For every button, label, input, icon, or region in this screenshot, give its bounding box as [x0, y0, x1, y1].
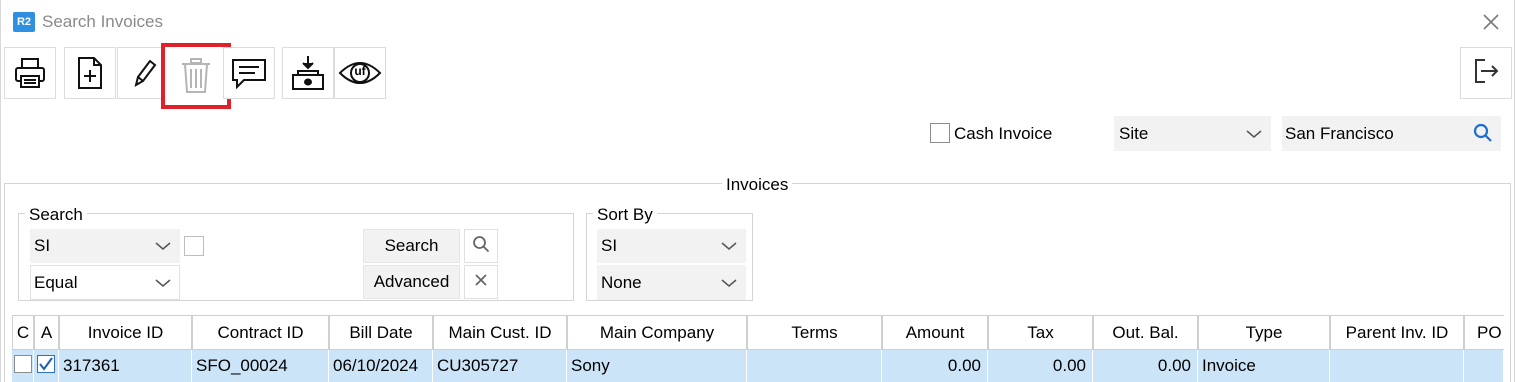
- cash-invoice-checkbox[interactable]: [930, 123, 950, 143]
- row-a-checkbox[interactable]: [37, 355, 55, 373]
- print-button[interactable]: [4, 47, 56, 99]
- column-header-type[interactable]: Type: [1198, 315, 1330, 350]
- download-tray-icon: [290, 54, 326, 92]
- search-field-value: SI: [34, 236, 51, 255]
- exit-button[interactable]: [1460, 47, 1512, 99]
- column-header-invoice-id[interactable]: Invoice ID: [59, 315, 192, 350]
- search-icon-button[interactable]: [464, 229, 498, 263]
- close-icon: [474, 272, 488, 292]
- close-icon[interactable]: [1479, 10, 1503, 34]
- cell-main-company: Sony: [567, 350, 747, 382]
- sort-primary-value: SI: [601, 236, 618, 255]
- cell-contract-id: SFO_00024: [192, 350, 329, 382]
- new-invoice-button[interactable]: [64, 47, 116, 99]
- search-group-title: Search: [25, 205, 87, 225]
- search-option-checkbox[interactable]: [184, 236, 204, 256]
- comment-icon: [230, 56, 268, 90]
- uf-label: uf: [354, 64, 366, 78]
- column-header-contract-id[interactable]: Contract ID: [192, 315, 329, 350]
- sort-secondary-value: None: [601, 272, 642, 292]
- cell-type: Invoice: [1198, 350, 1330, 382]
- row-c-checkbox[interactable]: [14, 355, 32, 373]
- cell-terms: [747, 350, 882, 382]
- printer-icon: [12, 55, 48, 91]
- chevron-down-icon: [1246, 124, 1262, 144]
- cell-tax: 0.00: [988, 350, 1093, 382]
- cell-main-cust-id: CU305727: [433, 350, 567, 382]
- cell-bill-date: 06/10/2024: [329, 350, 433, 382]
- search-icon: [472, 235, 490, 258]
- cell-invoice-id: 317361: [59, 350, 192, 382]
- search-button[interactable]: Search: [363, 229, 460, 263]
- sort-by-group-title: Sort By: [593, 205, 657, 225]
- uf-view-button[interactable]: uf: [334, 47, 386, 99]
- title-bar: R2 Search Invoices: [1, 0, 1515, 44]
- invoices-group-title: Invoices: [722, 175, 793, 195]
- sort-secondary-select[interactable]: None: [597, 265, 746, 300]
- invoices-table: C A Invoice ID Contract ID Bill Date Mai…: [12, 315, 1504, 382]
- search-operator-value: Equal: [34, 272, 78, 292]
- table-row[interactable]: 317361 SFO_00024 06/10/2024 CU305727 Son…: [12, 350, 1504, 382]
- column-header-parent-inv-id[interactable]: Parent Inv. ID: [1330, 315, 1464, 350]
- cash-invoice-label: Cash Invoice: [954, 124, 1053, 143]
- app-logo: R2: [13, 12, 35, 32]
- cell-amount: 0.00: [882, 350, 988, 382]
- column-header-c[interactable]: C: [12, 315, 34, 350]
- cell-a[interactable]: [34, 350, 59, 382]
- scope-select[interactable]: Site: [1114, 116, 1271, 151]
- column-header-tax[interactable]: Tax: [988, 315, 1093, 350]
- column-header-bill-date[interactable]: Bill Date: [329, 315, 433, 350]
- site-search-field[interactable]: San Francisco: [1282, 116, 1501, 151]
- site-search-value: San Francisco: [1285, 124, 1394, 143]
- chevron-down-icon: [155, 273, 171, 293]
- search-invoices-window: R2 Search Invoices uf Cash Invoice Site …: [0, 0, 1515, 382]
- clear-search-button[interactable]: [464, 265, 498, 299]
- column-header-amount[interactable]: Amount: [882, 315, 988, 350]
- column-header-main-cust-id[interactable]: Main Cust. ID: [433, 315, 567, 350]
- search-icon[interactable]: [1473, 123, 1493, 148]
- chevron-down-icon: [155, 236, 171, 256]
- comment-button[interactable]: [223, 47, 275, 99]
- chevron-down-icon: [721, 273, 737, 293]
- delete-button[interactable]: [161, 43, 231, 109]
- advanced-button[interactable]: Advanced: [363, 265, 460, 299]
- window-title: Search Invoices: [42, 12, 163, 31]
- column-header-po[interactable]: PO: [1464, 315, 1504, 350]
- column-header-terms[interactable]: Terms: [747, 315, 882, 350]
- column-header-out-bal[interactable]: Out. Bal.: [1093, 315, 1198, 350]
- column-header-main-company[interactable]: Main Company: [567, 315, 747, 350]
- exit-icon: [1471, 56, 1501, 91]
- search-operator-select[interactable]: Equal: [30, 265, 180, 300]
- cell-po: [1464, 350, 1504, 382]
- pencil-icon: [128, 57, 158, 89]
- scope-select-value: Site: [1119, 123, 1149, 143]
- download-button[interactable]: [282, 47, 334, 99]
- checkmark-icon: [39, 357, 53, 371]
- trash-icon: [179, 57, 213, 95]
- cell-c[interactable]: [12, 350, 34, 382]
- cell-out-bal: 0.00: [1093, 350, 1198, 382]
- sort-primary-select[interactable]: SI: [597, 229, 746, 263]
- new-document-icon: [74, 55, 106, 91]
- search-field-select[interactable]: SI: [30, 229, 180, 263]
- chevron-down-icon: [721, 236, 737, 256]
- uf-eye-icon: uf: [338, 59, 382, 87]
- column-header-a[interactable]: A: [34, 315, 59, 350]
- cell-parent-inv-id: [1330, 350, 1464, 382]
